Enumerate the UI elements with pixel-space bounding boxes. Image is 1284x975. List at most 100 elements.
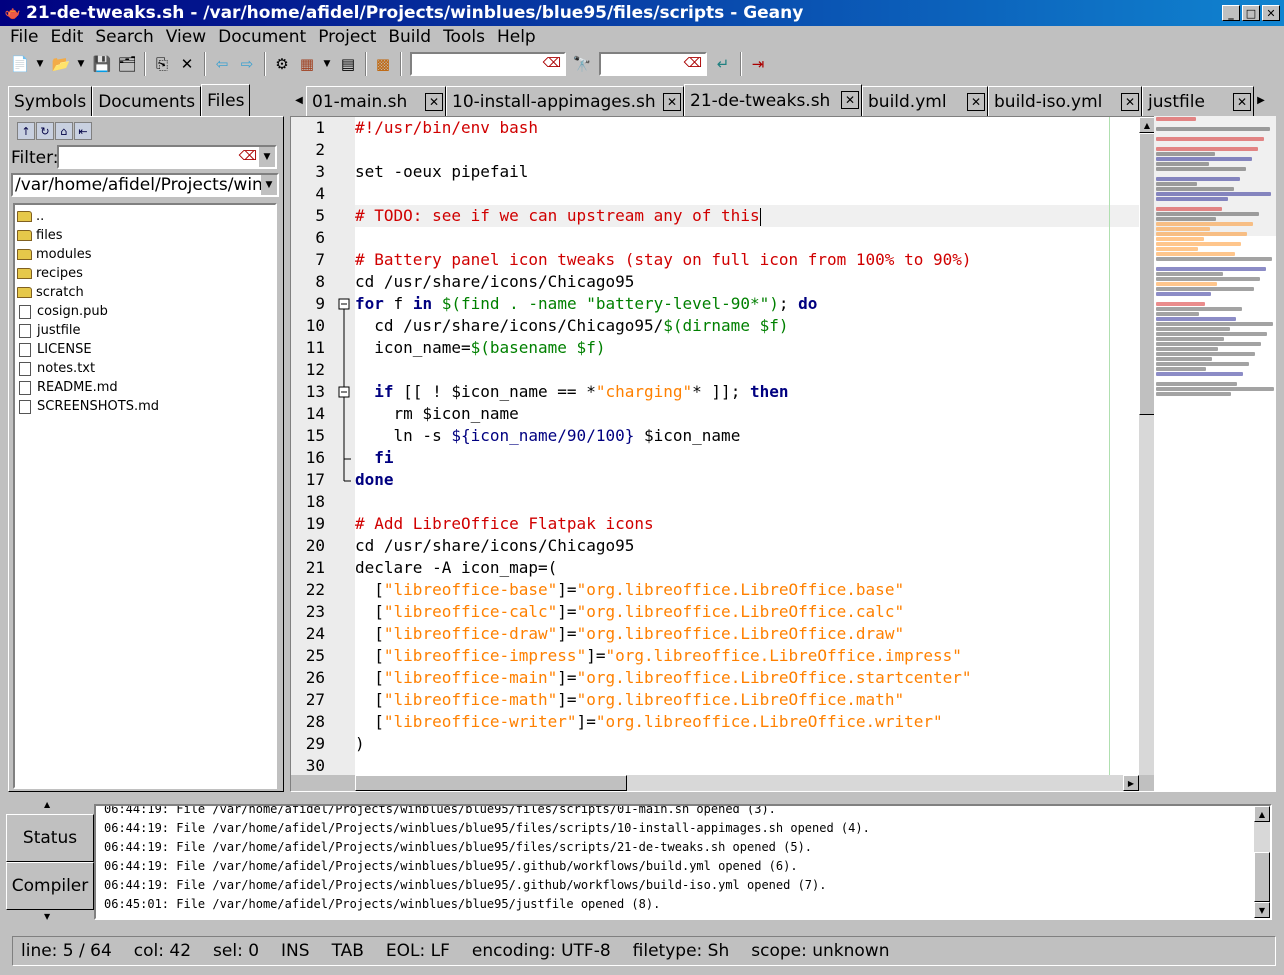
code-line[interactable]	[355, 139, 1139, 161]
goto-line-icon[interactable]: ↵	[711, 52, 735, 76]
status-log[interactable]: 06:44:19: File /var/home/afidel/Projects…	[94, 804, 1272, 920]
close-tab-icon[interactable]: ✕	[1121, 93, 1139, 111]
code-line[interactable]	[355, 491, 1139, 513]
compile-icon[interactable]: ⚙	[270, 52, 294, 76]
file-list-item[interactable]: cosign.pub	[15, 302, 275, 321]
menu-help[interactable]: Help	[491, 27, 542, 47]
tab-21-de-tweaks[interactable]: 21-de-tweaks.sh ✕	[684, 84, 862, 116]
log-scroll-up-icon[interactable]: ▲	[1254, 806, 1270, 822]
tab-justfile[interactable]: justfile ✕	[1142, 86, 1254, 116]
filter-dropdown-icon[interactable]: ▼	[259, 147, 275, 167]
file-list-item[interactable]: modules	[15, 245, 275, 264]
menu-edit[interactable]: Edit	[44, 27, 89, 47]
code-line[interactable]: ["libreoffice-calc"]="org.libreoffice.Li…	[355, 601, 1139, 623]
code-line[interactable]: if [[ ! $icon_name == *"charging"* ]]; t…	[355, 381, 1139, 403]
code-line[interactable]: icon_name=$(basename $f)	[355, 337, 1139, 359]
filter-input[interactable]: ⌫ ▼	[57, 145, 277, 169]
build-dropdown-icon[interactable]: ▼	[320, 52, 334, 76]
title-bar[interactable]: 🫖 21-de-tweaks.sh - /var/home/afidel/Pro…	[0, 0, 1284, 26]
code-line[interactable]: done	[355, 469, 1139, 491]
menu-build[interactable]: Build	[382, 27, 437, 47]
panel-scroll-up-icon[interactable]: ▲	[44, 800, 50, 809]
menu-document[interactable]: Document	[212, 27, 312, 47]
code-line[interactable]	[355, 755, 1139, 775]
code-line[interactable]: #!/usr/bin/env bash	[355, 117, 1139, 139]
code-line[interactable]: fi	[355, 447, 1139, 469]
minimize-button[interactable]: _	[1222, 5, 1240, 21]
file-list-item[interactable]: files	[15, 226, 275, 245]
tab-status[interactable]: Status	[6, 814, 94, 862]
tab-symbols[interactable]: Symbols	[8, 86, 93, 116]
file-list-item[interactable]: SCREENSHOTS.md	[15, 397, 275, 416]
code-line[interactable]: ["libreoffice-impress"]="org.libreoffice…	[355, 645, 1139, 667]
code-line[interactable]	[355, 359, 1139, 381]
find-icon[interactable]: 🔭	[570, 52, 594, 76]
close-window-button[interactable]: ✕	[1262, 5, 1280, 21]
code-line[interactable]: cd /usr/share/icons/Chicago95	[355, 271, 1139, 293]
vertical-scroll-thumb[interactable]	[1139, 133, 1155, 415]
menu-file[interactable]: File	[4, 27, 44, 47]
menu-search[interactable]: Search	[89, 27, 159, 47]
editor-vertical-scrollbar[interactable]: ▲	[1139, 117, 1155, 775]
code-line[interactable]: set -oeux pipefail	[355, 161, 1139, 183]
code-line[interactable]: ["libreoffice-draw"]="org.libreoffice.Li…	[355, 623, 1139, 645]
execute-icon[interactable]: ▤	[336, 52, 360, 76]
minimap[interactable]	[1154, 116, 1276, 792]
menu-tools[interactable]: Tools	[437, 27, 491, 47]
code-line[interactable]: ["libreoffice-writer"]="org.libreoffice.…	[355, 711, 1139, 733]
maximize-button[interactable]: □	[1242, 5, 1260, 21]
revert-icon[interactable]: ⎘	[150, 52, 174, 76]
path-dropdown-icon[interactable]: ▼	[261, 175, 277, 195]
file-list-item[interactable]: justfile	[15, 321, 275, 340]
editor-horizontal-scrollbar[interactable]: ▶	[355, 775, 1139, 791]
code-line[interactable]: ["libreoffice-base"]="org.libreoffice.Li…	[355, 579, 1139, 601]
menu-view[interactable]: View	[160, 27, 212, 47]
tab-files[interactable]: Files	[201, 84, 251, 116]
refresh-icon[interactable]: ↻	[36, 122, 54, 140]
file-list-item[interactable]: notes.txt	[15, 359, 275, 378]
log-scrollbar[interactable]: ▲ ▼	[1254, 806, 1270, 918]
tab-build-yml[interactable]: build.yml ✕	[862, 86, 988, 116]
save-all-icon[interactable]: 🗂	[115, 52, 139, 76]
file-list-item[interactable]: ..	[15, 207, 275, 226]
code-line[interactable]: # Add LibreOffice Flatpak icons	[355, 513, 1139, 535]
close-tab-icon[interactable]: ✕	[841, 91, 859, 109]
goto-line-input[interactable]: ⌫	[599, 52, 707, 76]
clear-goto-icon[interactable]: ⌫	[684, 56, 702, 71]
code-line[interactable]: # Battery panel icon tweaks (stay on ful…	[355, 249, 1139, 271]
code-line[interactable]: cd /usr/share/icons/Chicago95	[355, 535, 1139, 557]
scroll-up-icon[interactable]: ▲	[1139, 117, 1155, 133]
tab-compiler[interactable]: Compiler	[6, 862, 94, 910]
build-icon[interactable]: ▦	[295, 52, 319, 76]
code-line[interactable]: ln -s ${icon_name/90/100} $icon_name	[355, 425, 1139, 447]
code-line[interactable]: )	[355, 733, 1139, 755]
clear-filter-icon[interactable]: ⌫	[239, 149, 257, 164]
open-recent-dropdown-icon[interactable]: ▼	[74, 52, 88, 76]
save-icon[interactable]: 💾	[90, 52, 114, 76]
panel-scroll-down-icon[interactable]: ▼	[44, 912, 50, 921]
tab-build-iso-yml[interactable]: build-iso.yml ✕	[988, 86, 1142, 116]
code-area[interactable]: #!/usr/bin/env bash set -oeux pipefail # T…	[355, 117, 1139, 775]
horizontal-scroll-thumb[interactable]	[355, 775, 627, 791]
forward-icon[interactable]: ⇨	[235, 52, 259, 76]
file-list[interactable]: .. files modules recipes scratch cosign.pub ju…	[13, 203, 277, 789]
log-scroll-thumb[interactable]	[1254, 852, 1270, 902]
tab-documents[interactable]: Documents	[92, 86, 202, 116]
log-scroll-down-icon[interactable]: ▼	[1254, 902, 1270, 918]
tab-scroll-right-icon[interactable]: ▶	[1254, 84, 1268, 116]
scroll-right-icon[interactable]: ▶	[1123, 775, 1139, 791]
close-tab-icon[interactable]: ✕	[425, 93, 443, 111]
close-tab-icon[interactable]: ✕	[967, 93, 985, 111]
code-line[interactable]	[355, 183, 1139, 205]
close-tab-icon[interactable]: ✕	[1233, 93, 1251, 111]
fold-margin[interactable]	[337, 117, 353, 775]
search-input[interactable]: ⌫	[410, 52, 566, 76]
open-file-icon[interactable]: 📂	[49, 52, 73, 76]
file-list-item[interactable]: README.md	[15, 378, 275, 397]
back-icon[interactable]: ⇦	[210, 52, 234, 76]
editor[interactable]: 1 2 3 4 5 6 7 8 9 10 11 12 13 14 15 16 17 18 19 20 21 22 23 24 2…	[290, 116, 1156, 792]
code-line[interactable]: declare -A icon_map=(	[355, 557, 1139, 579]
tab-01-main[interactable]: 01-main.sh ✕	[306, 86, 446, 116]
close-icon[interactable]: ✕	[175, 52, 199, 76]
clear-search-icon[interactable]: ⌫	[543, 56, 561, 71]
